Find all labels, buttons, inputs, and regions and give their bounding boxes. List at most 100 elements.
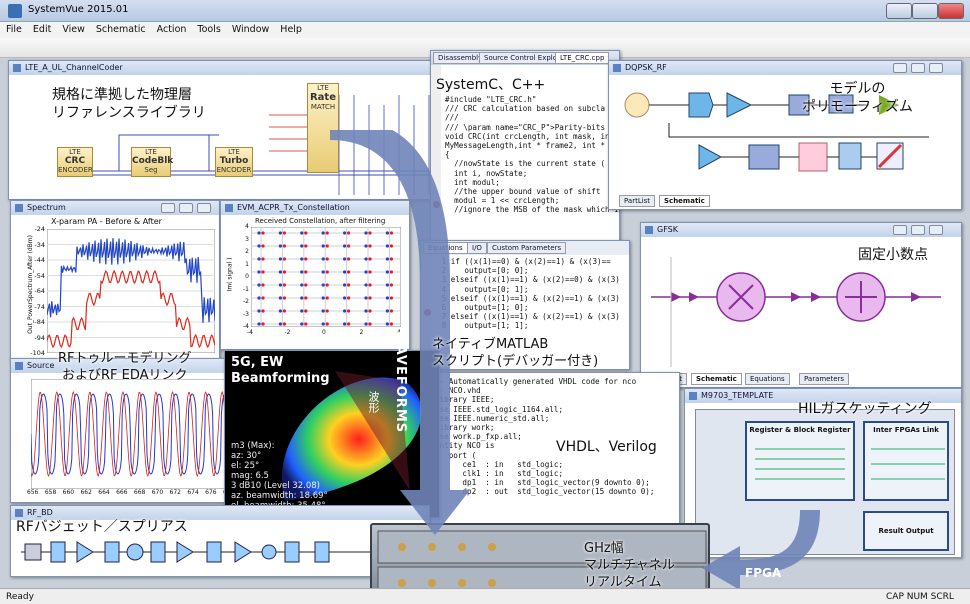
menu-schematic[interactable]: Schematic (96, 24, 146, 35)
menu-edit[interactable]: Edit (33, 24, 51, 35)
tick-label: 666 (116, 489, 128, 496)
beam-stat: 3 dB10 (Level 32.08) (231, 481, 320, 491)
constellation-point (278, 231, 282, 235)
constellation-point (300, 322, 304, 326)
constellation-point (325, 270, 329, 274)
gfsk-close[interactable] (929, 225, 943, 235)
constellation-point (282, 270, 286, 274)
status-indicators: CAP NUM SCRL (886, 592, 954, 602)
tab-parameters[interactable]: Parameters (799, 373, 850, 385)
constellation-point (261, 283, 265, 287)
tick-label: -84 (34, 318, 45, 326)
constellation-point (278, 283, 282, 287)
tick-label: -54 (34, 271, 45, 280)
tab-custom-parameters[interactable]: Custom Parameters (487, 242, 567, 254)
tick-label: 670 (151, 489, 164, 496)
constellation-point (304, 257, 308, 261)
constellation-point (321, 296, 325, 300)
tick-label: 656 (27, 489, 39, 496)
beam-stats: m3 (Max): az: 30° el: 25° mag: 6.5 3 dB10 (L… (231, 441, 328, 511)
constellation-point (257, 296, 261, 300)
turbo-encoder-block[interactable]: LTE Turbo ENCODER (215, 147, 253, 177)
menu-tools[interactable]: Tools (197, 24, 220, 35)
menu-file[interactable]: File (6, 24, 22, 35)
menu-view[interactable]: View (62, 24, 85, 35)
spectrum-maximize[interactable] (179, 203, 193, 213)
tick-label: 676 (205, 489, 217, 496)
label-line: マルチチャネル (584, 558, 675, 573)
tick-label: -34 (34, 240, 45, 249)
waveform-x-ticks: 656658660662664666668670672674676678 (27, 489, 229, 499)
constellation-point (321, 257, 325, 261)
chart-icon (15, 204, 23, 212)
constellation-point (257, 231, 261, 235)
tab-equations[interactable]: Equations (745, 373, 790, 385)
constellation-point (261, 244, 265, 248)
menu-help[interactable]: Help (280, 24, 302, 35)
beam-stat: m3 (Max): (231, 441, 275, 451)
constellation-point (325, 257, 329, 261)
constellation-point (321, 244, 325, 248)
constellation-point (257, 309, 261, 313)
constellation-point (278, 244, 282, 248)
tick-label: -1 (243, 285, 249, 293)
tick-label: -4 (247, 329, 253, 336)
dqpsk-window-title: DQPSK_RF (609, 61, 961, 75)
waveforms-arrow-label: WAVEFORMS (393, 330, 408, 434)
tick-label: 1 (245, 260, 249, 268)
tick-label: 674 (187, 489, 199, 496)
label-line: モデルの (829, 81, 886, 97)
label-line: リファレンスライブラリ (52, 105, 206, 121)
tab-schematic[interactable]: Schematic (659, 195, 710, 207)
gfsk-minimize[interactable] (893, 225, 907, 235)
spectrum-minimize[interactable] (161, 203, 175, 213)
constellation-point (300, 231, 304, 235)
result-output-block[interactable]: Result Output (863, 511, 949, 551)
tick-label: 668 (133, 489, 146, 496)
dqpsk-maximize[interactable] (911, 63, 925, 73)
constellation-point (282, 257, 286, 261)
dqpsk-minimize[interactable] (893, 63, 907, 73)
label-line: スクリプト(デバッガー付き) (432, 354, 599, 369)
tick-label: -64 (34, 287, 45, 295)
constellation-point (321, 283, 325, 287)
code-tabs: Disassembly Source Control Explorer LTE_… (431, 51, 619, 65)
beam-title-2: Beamforming (231, 371, 330, 386)
plot-area (31, 379, 227, 489)
label-hil: HILガスケッティング (798, 401, 932, 417)
tick-label: -3 (243, 310, 249, 318)
label-line: RFトゥルーモデリング (58, 351, 192, 366)
close-button[interactable] (938, 3, 964, 19)
gfsk-maximize[interactable] (911, 225, 925, 235)
tab-lte-crc[interactable]: LTE_CRC.cpp (555, 52, 610, 64)
constellation-point (261, 257, 265, 261)
crc-encoder-block[interactable]: LTE CRC ENCODER (57, 147, 93, 177)
constellation-point (321, 231, 325, 235)
tick-label: -24 (34, 225, 45, 233)
spectrum-close[interactable] (197, 203, 211, 213)
chart-icon (15, 362, 23, 370)
dqpsk-close[interactable] (929, 63, 943, 73)
tab-partlist[interactable]: PartList (619, 195, 656, 207)
window-title: SystemVue 2015.01 (28, 4, 129, 15)
constellation-point (261, 309, 265, 313)
constellation-point (278, 257, 282, 261)
menu-action[interactable]: Action (157, 24, 187, 35)
constellation-point (321, 309, 325, 313)
tab-schematic[interactable]: Schematic (691, 373, 742, 385)
beam-stat: mag: 6.5 (231, 471, 269, 481)
constellation-point (278, 296, 282, 300)
minimize-button[interactable] (886, 3, 912, 19)
constellation-point (300, 283, 304, 287)
constellation-point (257, 244, 261, 248)
label-reference-library: 規格に準拠した物理層 リファレンスライブラリ (52, 86, 206, 122)
maximize-button[interactable] (912, 3, 938, 19)
codeblk-seg-block[interactable]: LTE CodeBlk Seg (131, 147, 173, 177)
constellation-point (261, 231, 265, 235)
tick-label: -94 (34, 333, 45, 342)
constellation-point (278, 309, 282, 313)
menu-window[interactable]: Window (232, 24, 269, 35)
code-line: /// (445, 113, 459, 123)
label-line: ネイティブMATLAB (432, 337, 549, 352)
tick-label: 664 (98, 489, 110, 496)
